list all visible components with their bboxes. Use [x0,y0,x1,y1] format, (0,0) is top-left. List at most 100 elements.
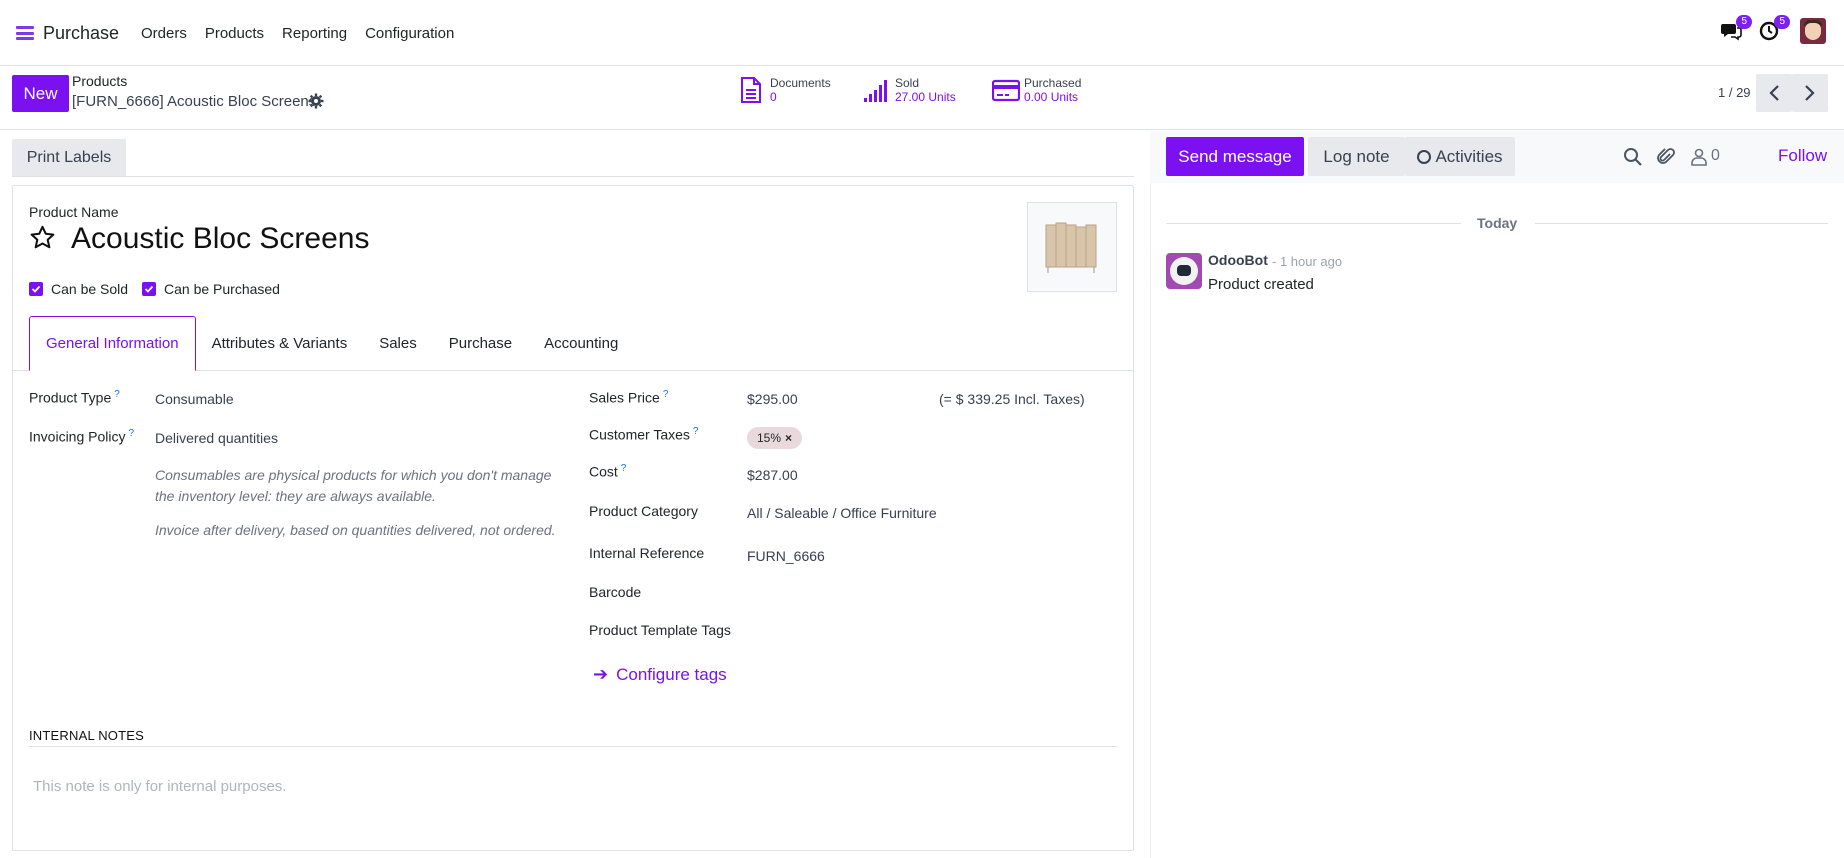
activities-badge: 5 [1774,15,1790,29]
incl-taxes-text: (= $ 339.25 Incl. Taxes) [939,391,1085,407]
apps-menu-icon[interactable] [16,26,34,40]
invoicing-policy-field[interactable]: Delivered quantities [155,430,278,446]
help-tooltip-icon[interactable]: ? [129,428,135,439]
chevron-right-icon [1805,85,1815,101]
tab-general-information[interactable]: General Information [29,316,196,371]
documents-value: 0 [770,90,777,104]
followers-icon[interactable] [1689,147,1709,167]
date-divider [1535,223,1828,224]
help-tooltip-icon[interactable]: ? [663,389,669,400]
cost-field[interactable]: $287.00 [747,467,798,483]
help-tooltip-icon[interactable]: ? [621,463,627,474]
credit-card-icon [991,76,1021,104]
barcode-label: Barcode [589,584,642,600]
can-be-purchased-label: Can be Purchased [164,281,280,297]
product-template-tags-field[interactable] [747,622,1097,640]
product-name-label: Product Name [29,204,119,220]
sales-price-label: Sales Price? [589,389,669,406]
smart-button-sold[interactable]: Sold 27.00 Units [863,76,956,104]
menu-configuration[interactable]: Configuration [365,25,454,42]
document-icon [738,76,764,104]
cost-label: Cost? [589,463,627,480]
internal-notes-divider [29,746,1117,747]
barcode-field[interactable] [747,584,1097,602]
internal-notes-field[interactable]: This note is only for internal purposes. [33,778,286,795]
can-be-sold-label: Can be Sold [51,281,129,297]
remove-tag-icon[interactable]: × [785,431,792,445]
clock-icon [1417,149,1432,164]
configure-tags-link[interactable]: ➔ Configure tags [593,664,727,685]
signal-icon [863,76,889,104]
can-be-purchased-checkbox[interactable]: Can be Purchased [142,281,280,297]
consumable-help-text: Consumables are physical products for wh… [155,467,552,504]
product-template-tags-label: Product Template Tags [589,622,731,638]
date-divider [1166,223,1461,224]
checkbox-checked-icon [142,282,156,296]
internal-reference-field[interactable]: FURN_6666 [747,548,825,564]
arrow-right-icon: ➔ [593,664,609,684]
new-button[interactable]: New [12,75,69,112]
product-image[interactable] [1027,202,1117,292]
help-tooltip-icon[interactable]: ? [114,389,120,400]
send-message-button[interactable]: Send message [1166,137,1304,176]
menu-orders[interactable]: Orders [141,25,187,42]
smart-button-documents[interactable]: Documents 0 [738,76,831,104]
favorite-star-icon[interactable] [29,224,56,251]
followers-count[interactable]: 0 [1711,147,1720,165]
smart-button-purchased[interactable]: Purchased 0.00 Units [991,76,1081,104]
invoicing-policy-label: Invoicing Policy? [29,428,135,445]
can-be-sold-checkbox[interactable]: Can be Sold [29,281,128,297]
message-author[interactable]: OdooBot [1208,252,1268,268]
activities-button[interactable]: Activities [1405,137,1515,176]
sales-price-field[interactable]: $295.00 [747,391,798,407]
tab-attributes-variants[interactable]: Attributes & Variants [196,316,364,371]
checkbox-checked-icon [29,282,43,296]
user-avatar[interactable] [1800,18,1826,44]
notebook-tabs: General Information Attributes & Variant… [29,316,634,372]
statusbar-divider [12,176,1134,177]
documents-label: Documents [770,76,831,90]
tab-purchase[interactable]: Purchase [433,316,528,371]
internal-notes-heading: INTERNAL NOTES [29,728,145,743]
product-name-field[interactable]: Acoustic Bloc Screens [71,222,369,256]
print-labels-button[interactable]: Print Labels [12,139,126,177]
breadcrumb-parent[interactable]: Products [72,73,127,89]
purchased-value: 0.00 Units [1024,90,1079,104]
sold-value: 27.00 Units [895,90,956,104]
main-menu: Orders Products Reporting Configuration [141,25,472,42]
pager-value[interactable]: 1 / 29 [1718,85,1751,100]
breadcrumb-current: [FURN_6666] Acoustic Bloc Screens [72,93,317,110]
activities-clock-icon[interactable]: 5 [1758,15,1790,43]
messages-icon[interactable]: 5 [1720,15,1752,43]
log-note-button[interactable]: Log note [1308,137,1405,176]
gear-icon[interactable] [308,93,324,109]
odoobot-avatar [1166,253,1202,289]
menu-products[interactable]: Products [205,25,264,42]
message-body: Product created [1208,276,1314,293]
systray: 5 5 [1706,15,1826,44]
chevron-left-icon [1769,85,1779,101]
chatter-panel [1150,131,1844,858]
product-type-field[interactable]: Consumable [155,391,234,407]
messages-badge: 5 [1736,15,1752,29]
search-icon[interactable] [1623,147,1643,167]
help-tooltip-icon[interactable]: ? [693,426,699,437]
tab-sales[interactable]: Sales [363,316,433,371]
date-separator-label: Today [1477,215,1518,231]
tab-accounting[interactable]: Accounting [528,316,634,371]
product-category-label: Product Category [589,503,698,519]
pager-next-button[interactable] [1792,74,1828,112]
paperclip-icon[interactable] [1656,147,1676,167]
product-type-label: Product Type? [29,389,120,406]
top-navbar: Purchase Orders Products Reporting Confi… [0,0,1844,66]
follow-button[interactable]: Follow [1778,146,1827,166]
tax-tag[interactable]: 15% × [747,427,803,449]
pager-previous-button[interactable] [1756,74,1792,112]
product-category-field[interactable]: All / Saleable / Office Furniture [747,505,937,521]
sold-label: Sold [895,76,920,90]
message-time: - 1 hour ago [1272,254,1343,269]
customer-taxes-label: Customer Taxes? [589,426,699,443]
menu-reporting[interactable]: Reporting [282,25,347,42]
internal-reference-label: Internal Reference [589,545,705,561]
app-name[interactable]: Purchase [43,23,119,44]
